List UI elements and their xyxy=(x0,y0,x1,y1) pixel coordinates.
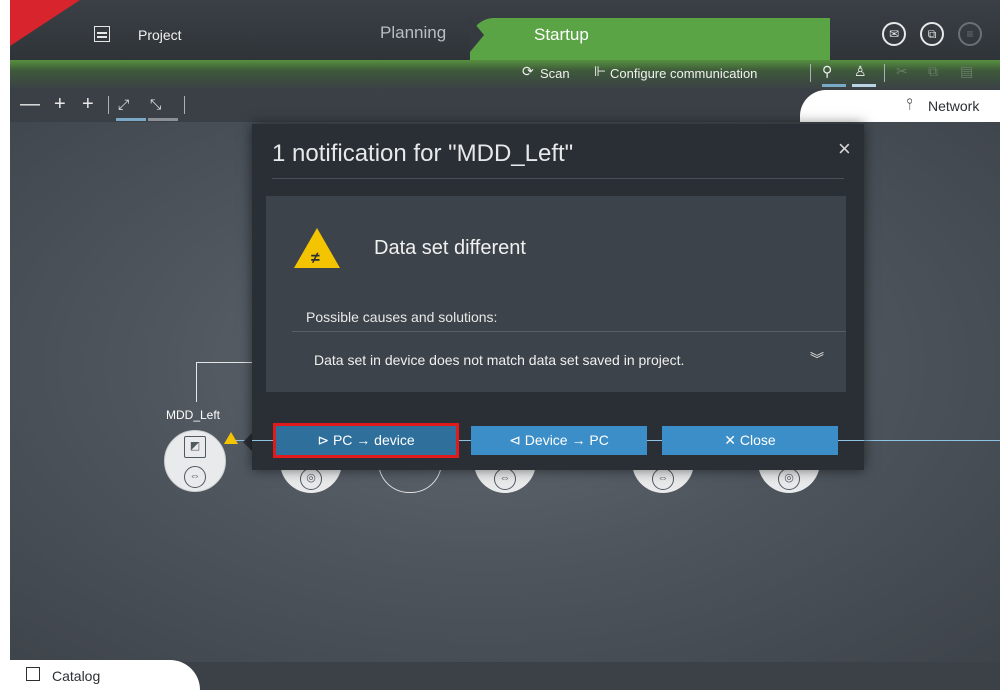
view-underline xyxy=(852,84,876,87)
cause-item-text: Data set in device does not match data s… xyxy=(314,352,685,368)
connection-line xyxy=(196,362,252,363)
device-to-pc-label: Device → PC xyxy=(524,432,609,448)
close-icon[interactable]: × xyxy=(838,136,851,162)
dialog-title: 1 notification for "MDD_Left" xyxy=(272,140,574,167)
motor-icon: ⇔ xyxy=(494,468,516,490)
tab-startup[interactable] xyxy=(470,18,830,60)
bus-line xyxy=(456,440,471,441)
toolbar-separator xyxy=(884,64,885,82)
chevron-double-down-icon[interactable]: ︾ xyxy=(810,349,824,369)
project-button-label[interactable]: Project xyxy=(138,27,182,43)
divider xyxy=(272,178,844,179)
catalog-icon xyxy=(26,667,40,681)
upload-icon: ⊲ xyxy=(509,432,525,448)
mail-icon[interactable]: ✉ xyxy=(882,22,906,46)
catalog-label: Catalog xyxy=(52,668,101,684)
toolbar-separator xyxy=(108,96,109,114)
scan-icon: ⟳ xyxy=(522,63,534,79)
drive-icon: ◩ xyxy=(184,436,206,458)
device-label: MDD_Left xyxy=(166,408,221,422)
pc-to-device-label: PC → device xyxy=(332,432,415,448)
tab-chevron xyxy=(470,18,484,52)
bus-line xyxy=(252,440,276,441)
project-icon[interactable] xyxy=(94,26,110,42)
view-underline xyxy=(822,84,846,87)
device-view-icon[interactable]: ♙ xyxy=(854,63,867,80)
bus-line xyxy=(647,440,662,441)
paste-icon[interactable]: ▤ xyxy=(960,63,973,80)
toolbar-separator xyxy=(810,64,811,82)
shrink-view-icon[interactable]: ⤡ xyxy=(150,96,161,113)
motor-icon: ⇔ xyxy=(184,466,206,488)
connection-line xyxy=(196,362,197,402)
add-node-icon[interactable]: + xyxy=(82,93,94,116)
warning-icon[interactable] xyxy=(224,432,238,444)
zoom-underline xyxy=(116,118,146,121)
tab-planning-label: Planning xyxy=(380,23,447,42)
copy-icon[interactable]: ⧉ xyxy=(928,63,938,80)
bus-line xyxy=(838,440,864,441)
tab-startup-label: Startup xyxy=(534,25,589,44)
brand-flag xyxy=(10,0,80,46)
download-icon: ⊳ xyxy=(317,432,333,448)
network-icon: ⫯ xyxy=(906,96,913,113)
motor-icon: ◎ xyxy=(778,468,800,490)
scan-button[interactable]: Scan xyxy=(540,66,570,81)
causes-heading: Possible causes and solutions: xyxy=(306,309,498,325)
online-view-icon[interactable]: ⚲ xyxy=(822,63,832,80)
zoom-in-icon[interactable]: + xyxy=(54,93,66,116)
cut-icon[interactable]: ✂ xyxy=(896,63,908,80)
close-button[interactable]: ✕ Close xyxy=(662,426,838,455)
fit-view-icon[interactable]: ⤢ xyxy=(118,96,129,113)
tab-planning[interactable]: Planning xyxy=(330,20,490,50)
not-equal-icon: ≠ xyxy=(311,250,320,267)
zoom-underline xyxy=(148,118,178,121)
configure-communication-icon: ⊩ xyxy=(594,63,607,79)
document-icon[interactable]: ≡ xyxy=(958,22,982,46)
tab-network-label: Network xyxy=(928,98,980,114)
toolbar-separator xyxy=(184,96,185,114)
pc-to-device-button[interactable]: ⊳ PC → device xyxy=(273,423,459,458)
zoom-out-icon[interactable]: — xyxy=(20,93,40,116)
close-button-label: Close xyxy=(739,432,776,448)
binoculars-icon[interactable]: ⧉ xyxy=(920,22,944,46)
motor-icon: ⇔ xyxy=(652,468,674,490)
configure-communication-button[interactable]: Configure communication xyxy=(610,66,757,81)
device-to-pc-button[interactable]: ⊲ Device → PC xyxy=(471,426,647,455)
motor-icon: ◎ xyxy=(300,468,322,490)
notification-title: Data set different xyxy=(374,237,526,259)
divider xyxy=(292,331,846,332)
close-icon: ✕ xyxy=(724,432,740,448)
app-window: Project Planning Startup ✉ ⧉ ≡ ⟳ Scan ⊩ … xyxy=(10,0,1000,690)
